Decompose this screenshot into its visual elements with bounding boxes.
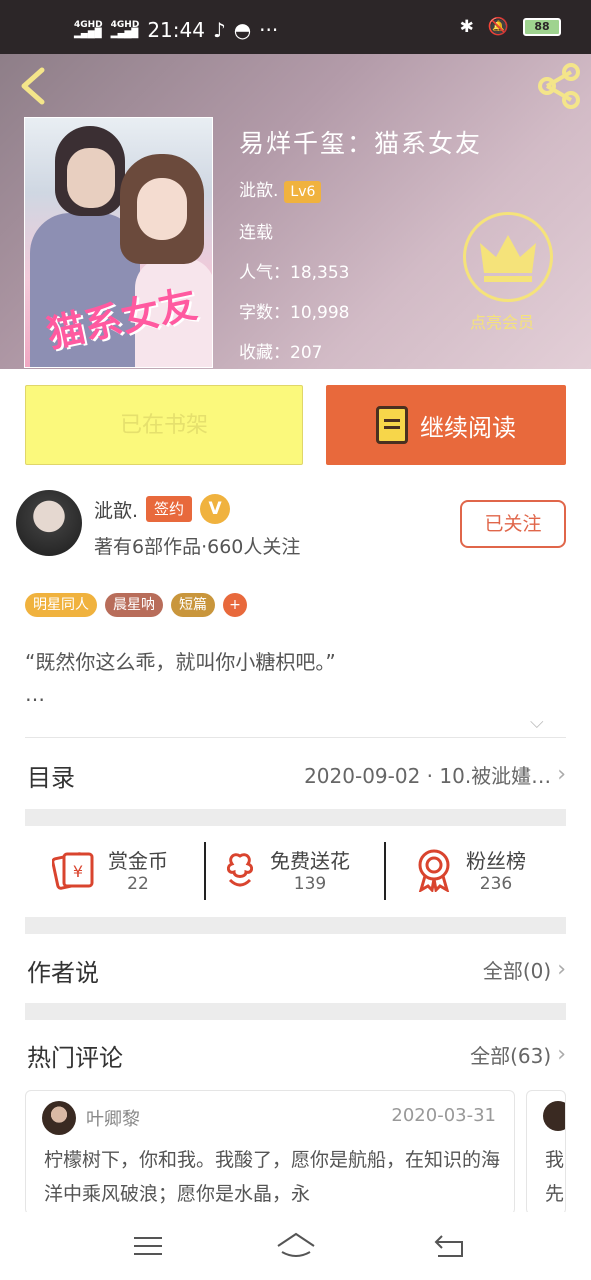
comment-card[interactable]: 叶卿黎 2020-03-31 柠檬树下，你和我。我酸了，愿你是航船，在知识的海洋… [25,1090,515,1215]
hot-comments-count: 全部(63) [470,1044,552,1068]
continue-reading-button[interactable]: 继续阅读 [326,385,566,465]
stat-value: 236 [479,874,513,894]
back-nav-icon[interactable] [430,1230,470,1262]
tiktok-icon: ♪ [212,18,226,42]
vip-label[interactable]: 点亮会员 [470,309,534,333]
author-says-all[interactable]: 全部(0) › [483,955,566,984]
divider [204,842,206,900]
divider [384,842,386,900]
more-notifications: ··· [259,18,279,42]
red-envelope-icon: ¥ [52,851,94,890]
tag-item[interactable]: 短篇 [171,593,215,617]
crown-icon [480,235,536,282]
section-gap [25,1003,566,1020]
chevron-right-icon: › [557,762,566,787]
signal-icon: 4GHD ▂▄▆█ [74,20,103,39]
catalog-label[interactable]: 目录 [27,758,75,793]
qq-icon: ◓ [233,18,252,42]
chevron-right-icon: › [557,957,566,982]
book-author-line: 泚歆. Lv6 [239,176,322,203]
comment-card[interactable]: 我先 [526,1090,566,1215]
chevron-right-icon: › [557,1042,566,1067]
add-tag-button[interactable]: + [223,593,247,617]
svg-text:¥: ¥ [73,862,83,881]
stat-value: 139 [293,874,327,894]
chevron-down-icon[interactable]: ⌵ [530,712,544,733]
catalog-latest[interactable]: 2020-09-02 · 10.被泚嫿… › [304,760,566,789]
comment-date: 2020-03-31 [391,1105,496,1126]
book-cover[interactable]: 猫系女友 [24,117,213,368]
tag-list: 明星同人 晨星呐 短篇 + [25,593,247,617]
avatar[interactable] [42,1101,76,1135]
stat-label: 免费送花 [270,849,350,873]
book-author[interactable]: 泚歆. [239,181,278,201]
stat-label: 粉丝榜 [466,849,526,873]
in-shelf-button[interactable]: 已在书架 [25,385,303,465]
verified-icon: V [200,494,231,524]
author-avatar[interactable] [16,490,82,556]
back-icon[interactable] [18,66,48,106]
section-gap [25,809,566,826]
comment-text: 我先 [545,1149,565,1205]
signed-badge: 签约 [146,496,193,522]
favorites-count: 收藏：207 [239,343,323,363]
menu-icon[interactable] [128,1230,168,1262]
share-icon[interactable] [537,63,581,109]
commenter-name[interactable]: 叶卿黎 [86,1105,140,1131]
hot-comments-label: 热门评论 [27,1044,123,1072]
book-intro[interactable]: “既然你这么乖，就叫你小糖枳吧。” … [25,646,336,710]
stat-value: 22 [127,874,149,894]
fan-ranking[interactable]: 粉丝榜 236 [414,845,526,894]
tag-item[interactable]: 晨星呐 [105,593,163,617]
book-status: 连载 [239,223,273,243]
reward-coins[interactable]: ¥ 赏金币 22 [52,845,168,894]
book-icon [376,406,408,444]
status-bar: 4GHD ▂▄▆█ 4GHD ▂▄▆█ 21:44 ♪ ◓ ··· ✱ 🔕 88 [0,0,591,54]
intro-ellipsis: … [25,682,45,706]
clock: 21:44 [147,18,205,42]
signal-icon: 4GHD ▂▄▆█ [110,20,140,39]
level-badge: Lv6 [284,181,322,203]
comment-text: 柠檬树下，你和我。我酸了，愿你是航船，在知识的海洋中乘风破浪；愿你是水晶，永 [44,1149,501,1205]
mute-icon: 🔕 [487,17,509,37]
section-gap [25,917,566,934]
battery-icon: 88 [523,18,561,36]
author-says-label[interactable]: 作者说 [27,953,99,988]
author-name-line: 泚歆. 签约 V [94,494,231,524]
intro-line: “既然你这么乖，就叫你小糖枳吧。” [25,650,336,674]
latest-chapter: 2020-09-02 · 10.被泚嫿… [304,764,552,788]
stat-label: 赏金币 [108,849,168,873]
tag-item[interactable]: 明星同人 [25,593,97,617]
book-title: 易烊千玺：猫系女友 [239,129,483,158]
divider [25,737,566,738]
popularity: 人气：18,353 [239,263,350,283]
free-flowers[interactable]: 免费送花 139 [222,845,350,894]
medal-icon [418,849,450,892]
followed-button[interactable]: 已关注 [460,500,566,548]
hot-comments-all[interactable]: 全部(63) › [470,1040,566,1069]
author-says-count: 全部(0) [482,959,552,983]
system-nav-bar [0,1212,591,1280]
vip-crown-button[interactable] [463,212,553,302]
bluetooth-icon: ✱ [459,17,474,37]
author-stats: 著有6部作品·660人关注 [94,536,301,558]
avatar[interactable] [543,1101,565,1131]
word-count: 字数：10,998 [239,303,350,323]
continue-reading-label: 继续阅读 [420,413,516,442]
home-icon[interactable] [276,1230,316,1262]
flower-icon [226,852,254,886]
author-name[interactable]: 泚歆. [94,496,138,523]
